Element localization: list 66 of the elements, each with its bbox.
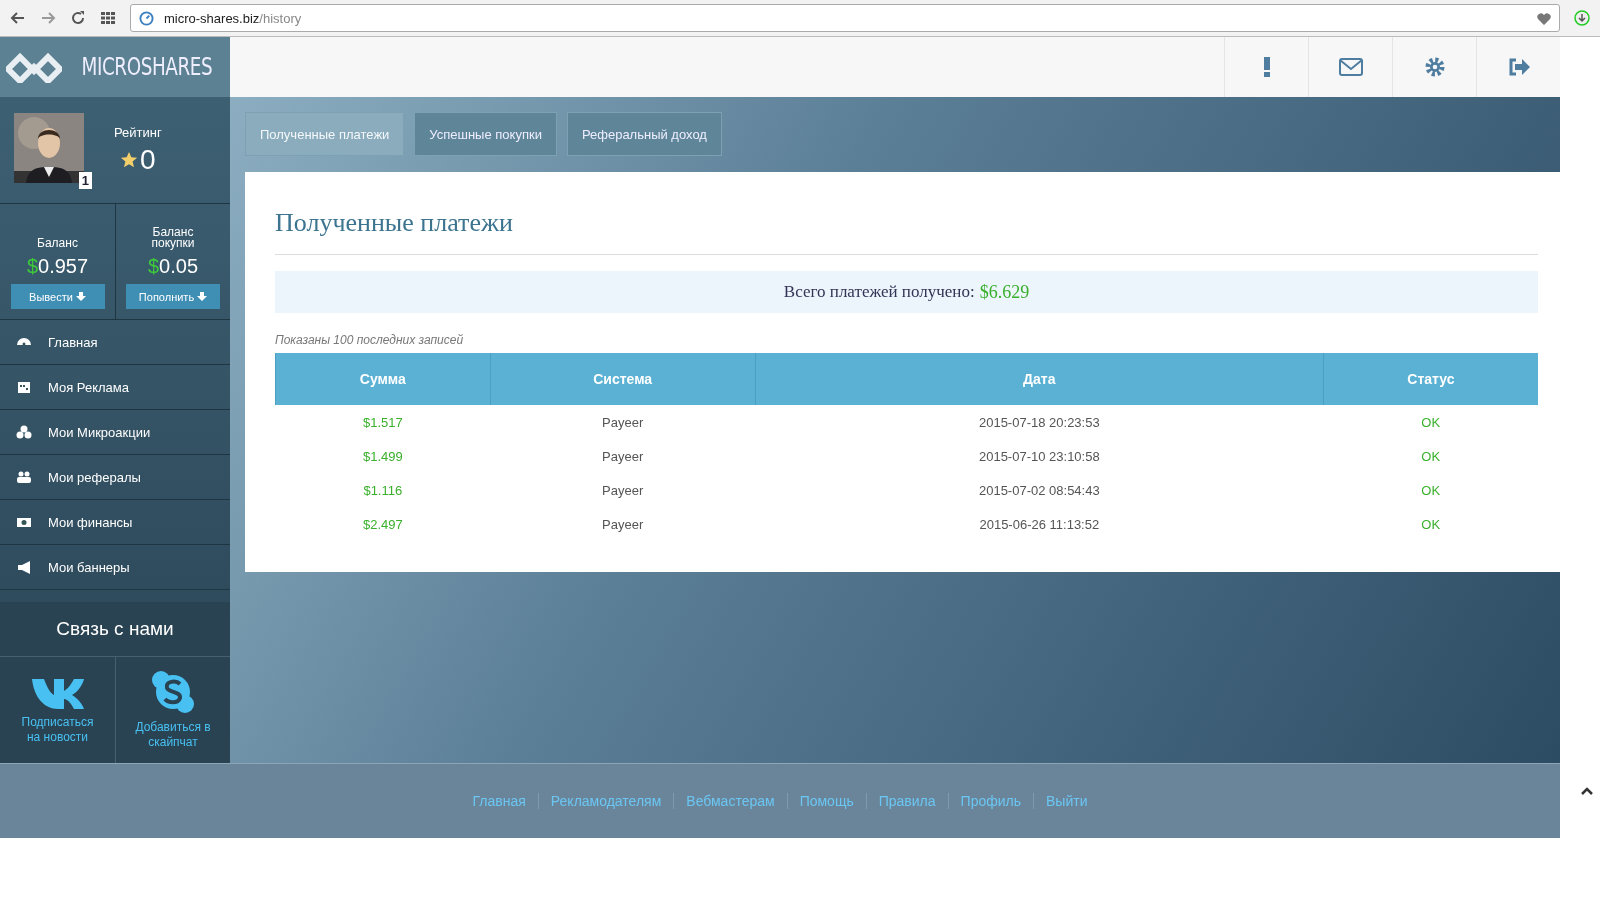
users-icon <box>16 469 32 485</box>
balance-label: Баланс <box>36 238 79 249</box>
table-cell-text: 2015-07-02 08:54:43 <box>977 481 1101 500</box>
tab[interactable]: Успешные покупки <box>414 112 557 156</box>
rating-value: 0 <box>140 143 156 176</box>
table-cell-text: $1.116 <box>362 481 404 500</box>
star-icon <box>120 150 139 169</box>
logo-text: MICROSHARES <box>81 53 213 81</box>
footer-link[interactable]: Выйти <box>1033 793 1100 809</box>
table-cell-text: Payeer <box>601 447 645 466</box>
apps-grid-icon[interactable] <box>100 10 116 26</box>
footer-link[interactable]: Рекламодателям <box>537 793 674 809</box>
table-cell: $1.517 <box>275 405 491 439</box>
table-cell-text: $1.499 <box>361 447 404 466</box>
total-amount: $6.629 <box>979 281 1030 303</box>
forward-icon[interactable] <box>40 10 56 26</box>
table-cell-text: OK <box>1420 515 1442 534</box>
bullhorn-icon <box>16 559 32 575</box>
column-header[interactable]: Система <box>490 353 756 405</box>
balance-label: Баланс покупки <box>150 227 196 249</box>
table-cell-text: 2015-07-10 23:10:58 <box>977 447 1101 466</box>
download-arrow-icon <box>197 291 208 302</box>
tab[interactable]: Реферальный доход <box>566 112 722 156</box>
balance-amount: $0.957 <box>26 255 89 278</box>
table-cell-text: OK <box>1420 447 1442 466</box>
reload-icon[interactable] <box>70 10 86 26</box>
back-icon[interactable] <box>10 10 26 26</box>
download-icon[interactable] <box>1574 10 1590 26</box>
vk-link[interactable]: Подписаться на новости <box>0 657 115 763</box>
balance-amount: $0.05 <box>147 255 199 278</box>
records-note: Показаны 100 последних записей <box>275 333 465 347</box>
table-cell: 2015-07-18 20:23:53 <box>755 405 1324 439</box>
footer-link[interactable]: Вебмастерам <box>673 793 787 809</box>
footer-link[interactable]: Правила <box>865 793 948 809</box>
column-header[interactable]: Сумма <box>275 353 491 405</box>
table-cell-text: $2.497 <box>361 515 404 534</box>
total-label: Всего платежей получено: <box>783 282 975 302</box>
panel-title: Полученные платежи <box>275 208 1538 255</box>
settings-icon <box>1424 57 1445 77</box>
footer-link[interactable]: Главная <box>460 793 538 809</box>
column-header[interactable]: Статус <box>1323 353 1538 405</box>
table-cell: OK <box>1323 405 1538 439</box>
tab[interactable]: Полученные платежи <box>245 112 405 156</box>
address-bar[interactable]: micro-shares.biz/history <box>130 4 1560 32</box>
exclamation-icon <box>1262 57 1271 77</box>
table-cell-text: 2015-06-26 11:13:52 <box>978 515 1101 534</box>
withdraw-button[interactable]: Вывести <box>10 284 105 309</box>
logout-icon <box>1507 58 1530 76</box>
footer-link[interactable]: Профиль <box>947 793 1033 809</box>
column-header[interactable]: Дата <box>755 353 1324 405</box>
table-cell: Payeer <box>490 405 756 439</box>
table-cell-text: Payeer <box>601 515 645 534</box>
calendar-icon <box>16 379 32 395</box>
logo-icon <box>6 51 63 83</box>
speed-dial-icon <box>139 10 154 26</box>
table-cell-text: Payeer <box>601 481 645 500</box>
scroll-up-icon[interactable] <box>1580 786 1594 796</box>
table-cell-text: OK <box>1420 481 1442 500</box>
url-text: micro-shares.biz/history <box>164 10 302 26</box>
envelope-icon <box>1338 58 1363 76</box>
cubes-icon <box>16 424 32 440</box>
skype-logo-icon <box>151 670 195 714</box>
rating-label: Рейтинг <box>114 124 162 140</box>
download-arrow-icon <box>75 291 86 302</box>
deposit-button[interactable]: Пополнить <box>126 284 220 309</box>
footer-link[interactable]: Помощь <box>786 793 866 809</box>
